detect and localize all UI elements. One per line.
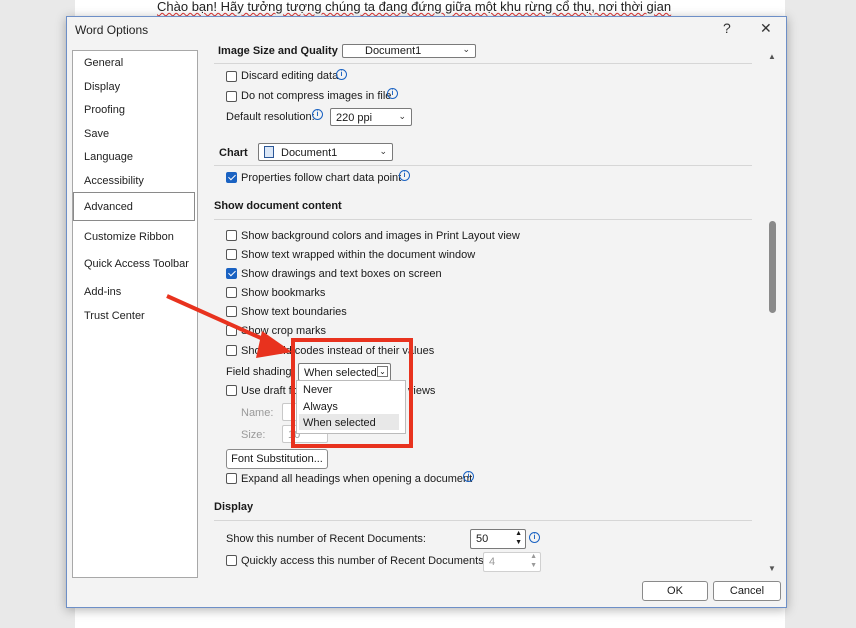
do-not-compress-label: Do not compress images in file — [241, 90, 392, 102]
help-icon[interactable]: ? — [723, 20, 731, 36]
quick-access-recent-value: 4 — [489, 556, 496, 568]
show-bookmarks-label: Show bookmarks — [241, 287, 326, 299]
show-text-wrapped-checkbox[interactable] — [226, 249, 237, 260]
recent-documents-value: 50 — [476, 533, 489, 545]
chevron-down-icon: ⌄ — [462, 44, 470, 54]
chevron-down-icon: ⌄ — [379, 146, 387, 156]
nav-item-advanced[interactable]: Advanced — [73, 192, 195, 221]
nav-item-accessibility[interactable]: Accessibility — [84, 175, 144, 187]
properties-follow-chart-checkbox[interactable] — [226, 172, 237, 183]
info-icon[interactable]: i — [312, 109, 323, 120]
info-icon[interactable]: i — [336, 69, 347, 80]
nav-item-proofing[interactable]: Proofing — [84, 104, 125, 116]
spin-down-icon[interactable]: ▼ — [530, 562, 537, 569]
section-divider — [214, 520, 752, 521]
section-divider — [214, 165, 752, 166]
recent-documents-label: Show this number of Recent Documents: — [226, 533, 426, 545]
expand-headings-checkbox[interactable] — [226, 473, 237, 484]
font-substitution-button[interactable]: Font Substitution... — [226, 449, 328, 469]
quick-access-recent-spinner[interactable]: 4 ▲ ▼ — [483, 552, 541, 572]
nav-item-general[interactable]: General — [84, 57, 123, 69]
nav-item-display[interactable]: Display — [84, 81, 120, 93]
info-icon[interactable]: i — [463, 471, 474, 482]
nav-item-customize-ribbon[interactable]: Customize Ribbon — [84, 231, 174, 243]
nav-item-language[interactable]: Language — [84, 151, 133, 163]
show-document-content-title: Show document content — [214, 200, 342, 212]
field-shading-label: Field shading: — [226, 366, 295, 378]
show-crop-marks-checkbox[interactable] — [226, 325, 237, 336]
nav-item-save[interactable]: Save — [84, 128, 109, 140]
show-background-colors-checkbox[interactable] — [226, 230, 237, 241]
chevron-down-icon: ⌄ — [398, 111, 406, 121]
nav-item-add-ins[interactable]: Add-ins — [84, 286, 121, 298]
scroll-up-icon[interactable]: ▲ — [768, 52, 776, 61]
document-icon — [264, 146, 274, 158]
recent-documents-spinner[interactable]: 50 ▲ ▼ — [470, 529, 526, 549]
draft-name-label: Name: — [241, 407, 274, 419]
show-text-boundaries-label: Show text boundaries — [241, 306, 347, 318]
chart-document-select[interactable]: Document1 ⌄ — [258, 143, 393, 161]
image-size-quality-label: Image Size and Quality — [218, 45, 338, 57]
properties-follow-chart-label: Properties follow chart data point — [241, 172, 402, 184]
use-draft-font-checkbox[interactable] — [226, 385, 237, 396]
discard-editing-data-checkbox[interactable] — [226, 71, 237, 82]
draft-size-label: Size: — [241, 429, 266, 441]
close-icon[interactable]: ✕ — [760, 20, 772, 37]
options-sidebar: General Display Proofing Save Language A… — [72, 50, 198, 578]
image-quality-document-select[interactable]: Document1 ⌄ — [342, 44, 476, 58]
spin-up-icon[interactable]: ▲ — [515, 530, 522, 537]
info-icon[interactable]: i — [387, 88, 398, 99]
scroll-down-icon[interactable]: ▼ — [768, 564, 776, 573]
show-background-colors-label: Show background colors and images in Pri… — [241, 230, 520, 242]
dialog-title: Word Options — [75, 23, 149, 37]
show-field-codes-checkbox[interactable] — [226, 345, 237, 356]
nav-item-trust-center[interactable]: Trust Center — [84, 310, 145, 322]
default-resolution-select[interactable]: 220 ppi ⌄ — [330, 108, 412, 126]
show-drawings-label: Show drawings and text boxes on screen — [241, 268, 442, 280]
nav-item-quick-access-toolbar[interactable]: Quick Access Toolbar — [84, 258, 189, 270]
chart-label: Chart — [219, 147, 248, 159]
show-text-boundaries-checkbox[interactable] — [226, 306, 237, 317]
section-divider — [214, 219, 752, 220]
vertical-scrollbar[interactable]: ▲ ▼ — [767, 50, 779, 576]
document-text-line: Chào bạn! Hãy tưởng tượng chúng ta đang … — [157, 0, 672, 14]
info-icon[interactable]: i — [399, 170, 410, 181]
spin-up-icon[interactable]: ▲ — [530, 553, 537, 560]
show-text-wrapped-label: Show text wrapped within the document wi… — [241, 249, 476, 261]
info-icon[interactable]: i — [529, 532, 540, 543]
show-bookmarks-checkbox[interactable] — [226, 287, 237, 298]
chart-document-value: Document1 — [281, 147, 338, 159]
quick-access-recent-label: Quickly access this number of Recent Doc… — [241, 555, 487, 567]
spin-down-icon[interactable]: ▼ — [515, 539, 522, 546]
do-not-compress-checkbox[interactable] — [226, 91, 237, 102]
default-resolution-value: 220 ppi — [336, 112, 373, 124]
section-divider — [214, 63, 752, 64]
expand-headings-label: Expand all headings when opening a docum… — [241, 473, 473, 485]
ok-button[interactable]: OK — [642, 581, 708, 601]
discard-editing-data-label: Discard editing data — [241, 70, 339, 82]
scroll-thumb[interactable] — [769, 221, 776, 313]
default-resolution-label: Default resolution: — [226, 111, 315, 123]
quick-access-recent-checkbox[interactable] — [226, 555, 237, 566]
show-crop-marks-label: Show crop marks — [241, 325, 326, 337]
nav-item-advanced-label: Advanced — [84, 201, 133, 213]
display-section-title: Display — [214, 501, 254, 513]
cancel-button[interactable]: Cancel — [713, 581, 781, 601]
image-quality-document-value: Document1 — [365, 45, 422, 57]
red-highlight-box — [291, 338, 413, 448]
show-drawings-checkbox[interactable] — [226, 268, 237, 279]
